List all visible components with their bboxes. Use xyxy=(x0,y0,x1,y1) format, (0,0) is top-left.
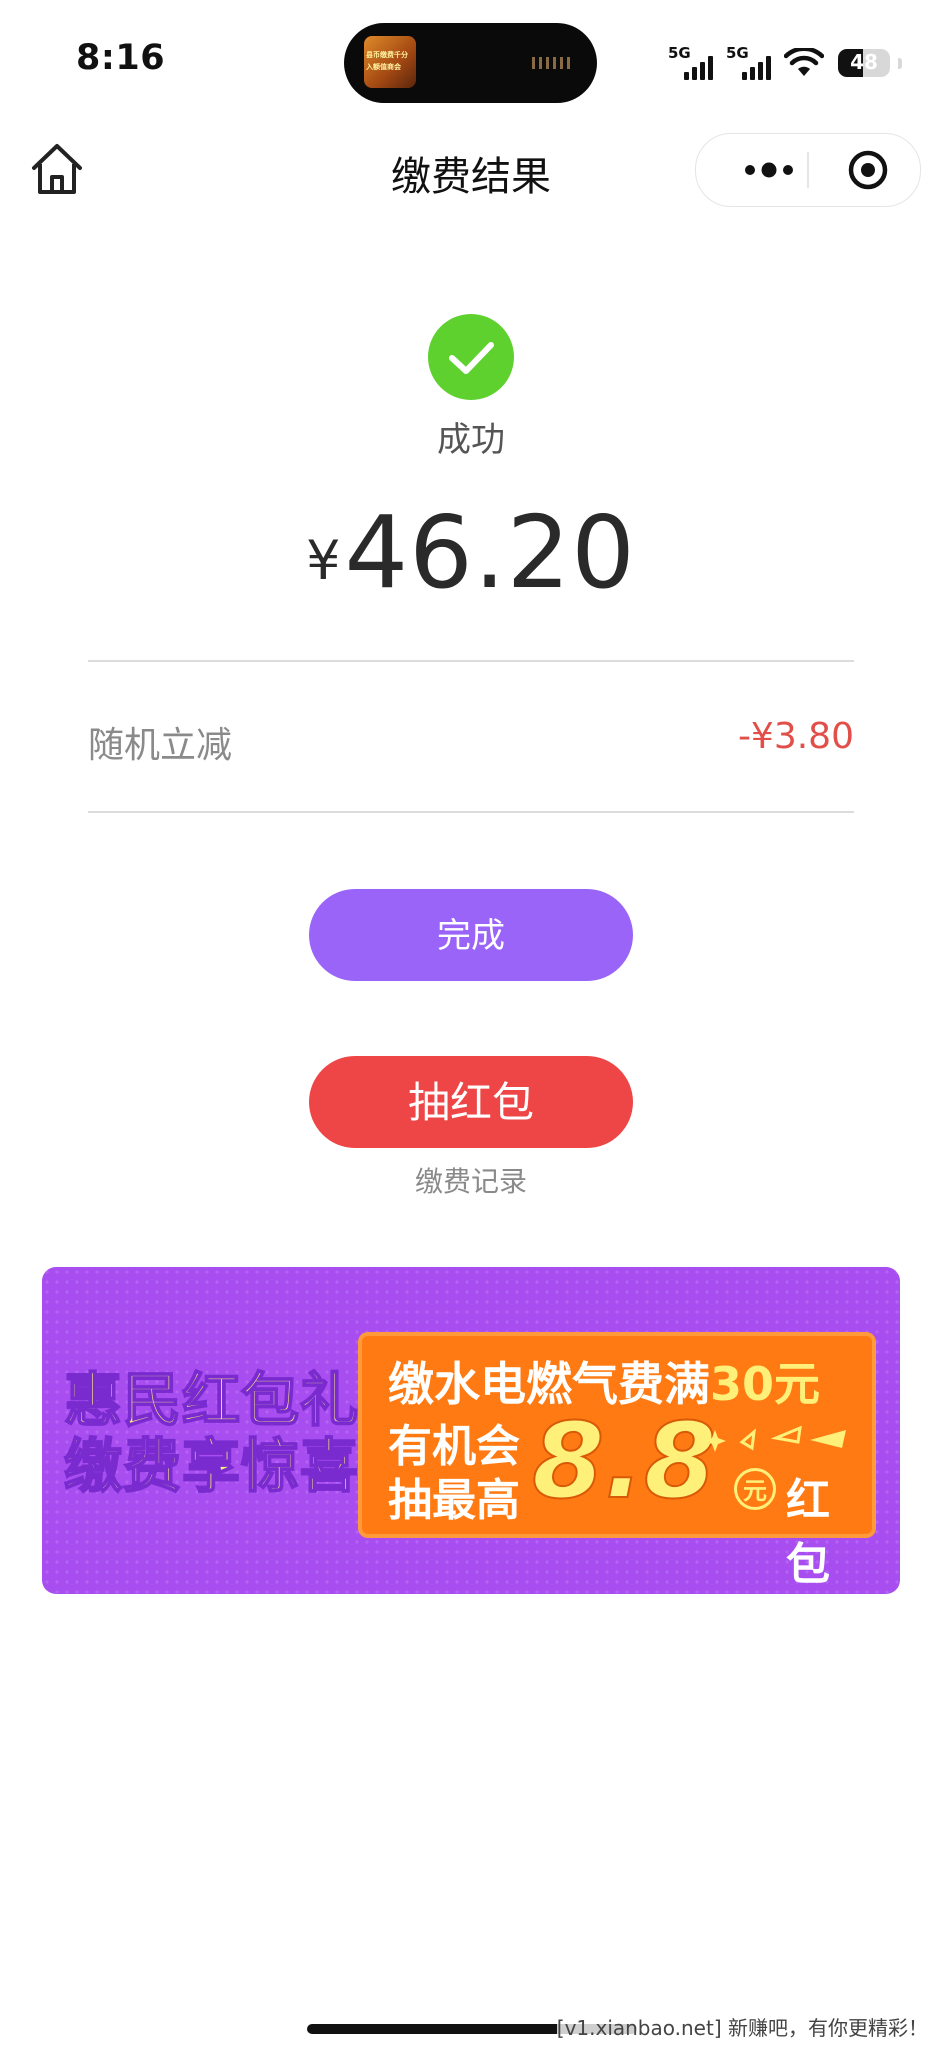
currency-symbol: ¥ xyxy=(306,529,341,592)
close-button[interactable] xyxy=(848,150,888,190)
discount-value: -¥3.80 xyxy=(737,716,854,757)
live-activity-thumbnail: 县币缴费千分 入额值商会 xyxy=(364,36,416,88)
battery-icon: 48 xyxy=(838,49,890,77)
banner-yuan-badge: 元 xyxy=(734,1468,776,1510)
dynamic-island[interactable]: 县币缴费千分 入额值商会 xyxy=(344,23,597,103)
banner-offer-card: 缴水电燃气费满30元 有机会 抽最高 8.8 元 红包 xyxy=(362,1336,872,1590)
divider-bottom xyxy=(88,811,854,813)
thumb-text-1: 县币缴费千分 xyxy=(366,51,408,59)
thumb-text-2: 入额值商会 xyxy=(366,63,401,71)
battery-level: 48 xyxy=(850,50,878,74)
wifi-icon xyxy=(784,48,824,76)
payment-status: 成功 xyxy=(437,420,505,460)
success-check-icon xyxy=(428,314,514,400)
discount-label: 随机立减 xyxy=(88,725,233,766)
watermark: [v1.xianbao.net] 新赚吧，有你更精彩！ xyxy=(556,2012,928,2041)
banner-left-text: 惠民红包礼 缴费享惊喜 xyxy=(63,1366,360,1500)
cellular-signal-1: 5G xyxy=(668,44,718,80)
status-time: 8:16 xyxy=(76,38,166,78)
amount-value: 46.20 xyxy=(344,494,636,611)
more-dots-icon xyxy=(745,162,793,178)
offer-threshold: 30元 xyxy=(710,1357,821,1411)
cellular-signal-2: 5G xyxy=(726,44,776,80)
capsule-divider xyxy=(807,152,809,188)
mini-program-capsule xyxy=(695,133,921,207)
sparkle-icon xyxy=(704,1425,846,1452)
battery-cap xyxy=(898,58,902,69)
red-packet-button[interactable]: 抽红包 xyxy=(309,1056,633,1148)
status-indicators: 5G 5G 48 xyxy=(668,44,902,80)
banner-left-line-1: 惠民红包礼 xyxy=(63,1366,360,1434)
more-button[interactable] xyxy=(734,152,804,188)
payment-records-link[interactable]: 缴费记录 xyxy=(0,1160,942,1200)
done-button[interactable]: 完成 xyxy=(309,889,633,981)
banner-left-line-2: 缴费享惊喜 xyxy=(63,1432,360,1500)
target-close-icon xyxy=(848,150,888,190)
signal-bars-icon xyxy=(742,56,771,80)
signal-bars-icon xyxy=(684,56,713,80)
banner-red-packet-text: 红包 xyxy=(786,1475,830,1590)
payment-amount: ¥46.20 xyxy=(0,494,942,611)
banner-offer-line-3: 抽最高 xyxy=(388,1475,520,1526)
banner-max-amount: 8.8 xyxy=(531,1399,717,1523)
promo-banner[interactable]: 惠民红包礼 缴费享惊喜 缴水电燃气费满30元 有机会 抽最高 8.8 元 红包 xyxy=(42,1267,900,1594)
audio-waveform-icon xyxy=(532,57,574,69)
divider-top xyxy=(88,660,854,662)
